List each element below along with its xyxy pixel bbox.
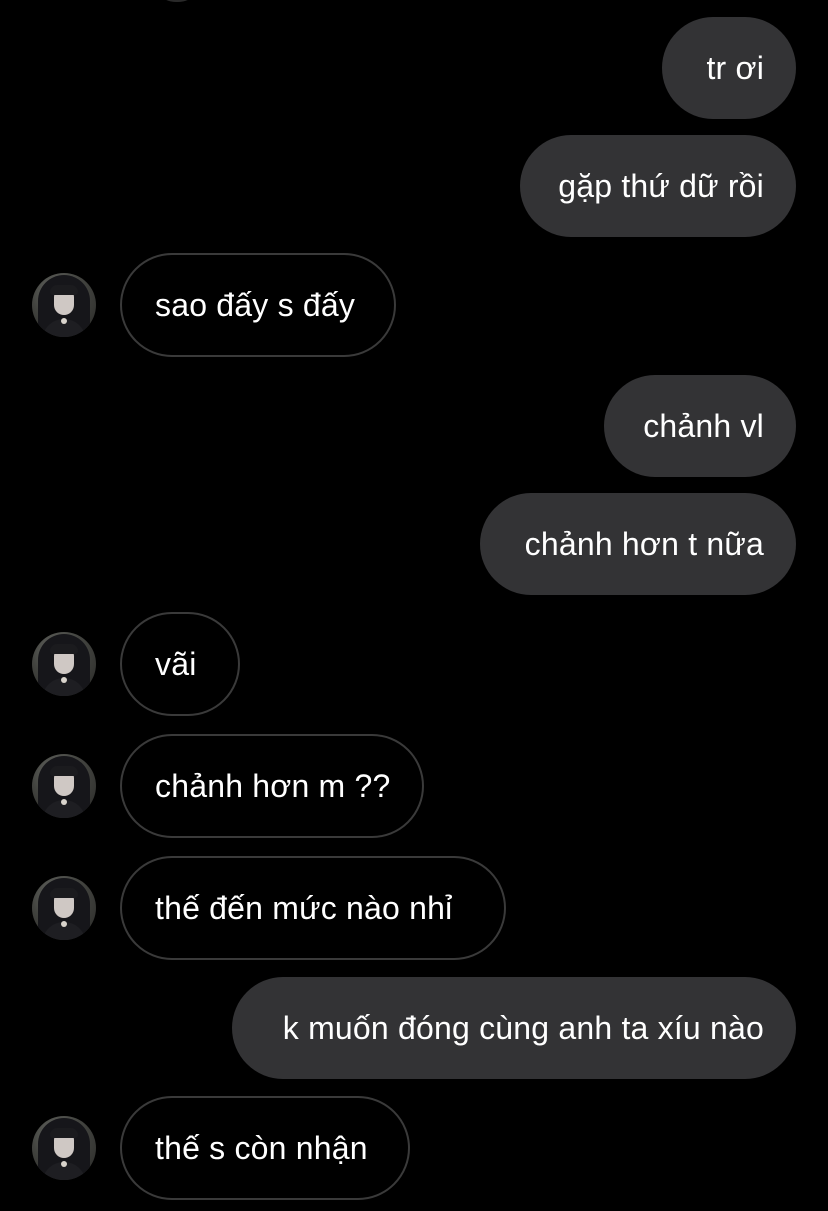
received-message-bubble[interactable]: vãi [120, 612, 240, 716]
sent-message-bubble[interactable]: gặp thứ dữ rồi [520, 135, 796, 237]
message-text: chảnh hơn t nữa [524, 525, 764, 562]
message-text: k muốn đóng cùng anh ta xíu nào [282, 1009, 764, 1046]
message-text: vãi [155, 645, 197, 682]
contact-avatar[interactable] [32, 273, 96, 337]
message-text: chảnh hơn m ?? [155, 767, 391, 804]
message-text: gặp thứ dữ rồi [558, 167, 764, 204]
contact-avatar[interactable] [32, 632, 96, 696]
contact-avatar[interactable] [32, 1116, 96, 1180]
chat-thread: tr ơi gặp thứ dữ rồi sao đấy s đấy chảnh… [0, 0, 828, 1211]
message-text: chảnh vl [643, 407, 764, 444]
sent-message-bubble[interactable]: chảnh hơn t nữa [480, 493, 796, 595]
avatar-necklace [61, 799, 67, 805]
avatar-necklace [61, 1161, 67, 1167]
received-message-bubble[interactable]: chảnh hơn m ?? [120, 734, 424, 838]
message-text: thế đến mức nào nhỉ [155, 889, 453, 926]
received-message-bubble[interactable]: thế s còn nhận [120, 1096, 410, 1200]
avatar-bangs [50, 1128, 78, 1138]
contact-avatar[interactable] [32, 876, 96, 940]
received-message-bubble[interactable]: thế đến mức nào nhỉ [120, 856, 506, 960]
avatar-necklace [61, 677, 67, 683]
avatar-bangs [50, 766, 78, 776]
sent-message-bubble[interactable]: chảnh vl [604, 375, 796, 477]
avatar-bangs [50, 285, 78, 295]
message-text: thế s còn nhận [155, 1129, 368, 1166]
avatar-bangs [50, 888, 78, 898]
sent-message-bubble[interactable]: k muốn đóng cùng anh ta xíu nào [232, 977, 796, 1079]
avatar-necklace [61, 318, 67, 324]
partial-avatar [160, 0, 194, 2]
sent-message-bubble[interactable]: tr ơi [662, 17, 796, 119]
received-message-bubble[interactable]: sao đấy s đấy [120, 253, 396, 357]
message-text: tr ơi [706, 49, 764, 86]
avatar-necklace [61, 921, 67, 927]
avatar-bangs [50, 644, 78, 654]
contact-avatar[interactable] [32, 754, 96, 818]
message-text: sao đấy s đấy [155, 286, 356, 323]
